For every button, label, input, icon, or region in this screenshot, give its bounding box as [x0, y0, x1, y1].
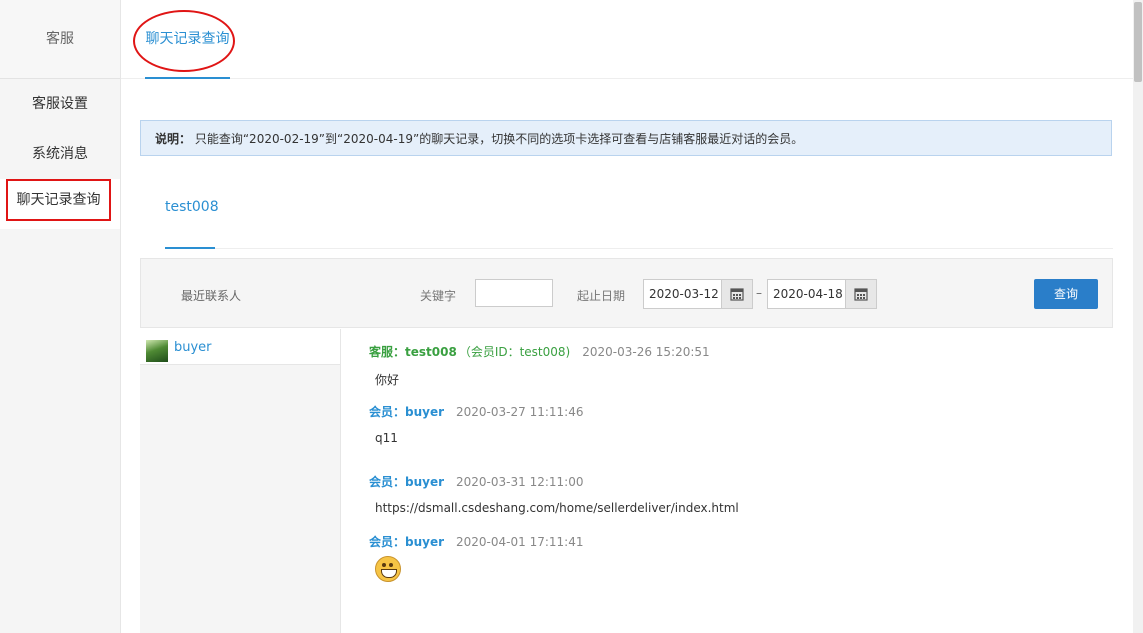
start-date-field[interactable]: 2020-03-12: [643, 279, 753, 309]
date-separator: –: [756, 286, 762, 300]
keyword-label: 关键字: [420, 289, 457, 303]
calendar-icon[interactable]: [721, 280, 752, 308]
highlight-ellipse: [133, 10, 235, 72]
scrollbar-thumb[interactable]: [1134, 2, 1142, 82]
message-meta: （会员ID：test008): [458, 345, 571, 359]
sidebar-item-chat-history[interactable]: 聊天记录查询: [0, 179, 120, 229]
start-date-value: 2020-03-12: [649, 287, 719, 301]
recent-contacts-label: 最近联系人: [181, 289, 242, 303]
query-button[interactable]: 查询: [1034, 279, 1098, 309]
message-item: 会员：buyer 2020-03-31 12:11:00 https://dsma…: [369, 473, 739, 515]
message-time: 2020-03-26 15:20:51: [582, 345, 710, 359]
message-content: q11: [375, 431, 398, 445]
sidebar-item-system-messages[interactable]: 系统消息: [0, 129, 120, 179]
avatar: [146, 340, 168, 362]
end-date-value: 2020-04-18: [773, 287, 843, 301]
sidebar-item-label: 系统消息: [32, 146, 88, 162]
message-item: 会员：buyer 2020-04-01 17:11:41: [369, 533, 583, 582]
message-sender: 会员：buyer: [369, 405, 445, 419]
calendar-icon[interactable]: [845, 280, 876, 308]
contact-list: buyer: [140, 329, 341, 633]
notice-box: 说明： 只能查询“2020-02-19”到“2020-04-19”的聊天记录，切…: [140, 120, 1112, 156]
list-item[interactable]: buyer: [140, 329, 340, 365]
sidebar-item-label: 客服设置: [32, 96, 88, 112]
message-panel: 客服：test008 （会员ID：test008) 2020-03-26 15:20…: [341, 329, 1113, 633]
message-content: https://dsmall.csdeshang.com/home/seller…: [375, 501, 739, 515]
contact-name: buyer: [174, 340, 212, 355]
scrollbar[interactable]: [1133, 0, 1143, 633]
notice-text: 只能查询“2020-02-19”到“2020-04-19”的聊天记录，切换不同的…: [194, 132, 804, 146]
message-time: 2020-03-27 11:11:46: [456, 405, 584, 419]
subtab-label: test008: [165, 199, 219, 215]
tab-chat-history[interactable]: 聊天记录查询: [133, 0, 235, 79]
message-time: 2020-04-01 17:11:41: [456, 535, 584, 549]
message-item: 会员：buyer 2020-03-27 11:11:46 q11: [369, 403, 583, 445]
sidebar-header: 客服: [0, 0, 120, 79]
tab-test008[interactable]: test008: [165, 170, 219, 249]
sidebar: 客服 客服设置 系统消息 聊天记录查询: [0, 0, 121, 633]
message-sender: 会员：buyer: [369, 475, 445, 489]
message-time: 2020-03-31 12:11:00: [456, 475, 584, 489]
highlight-box: 聊天记录查询: [6, 179, 111, 221]
tab-underline: [145, 77, 230, 79]
message-sender: 客服：test008: [369, 345, 457, 359]
subtab-underline: [165, 247, 215, 249]
message-sender: 会员：buyer: [369, 535, 445, 549]
message-content: 你好: [375, 373, 400, 387]
filter-bar: 最近联系人 关键字 起止日期 2020-03-12 – 2020-04-18 查…: [140, 258, 1113, 328]
keyword-input[interactable]: [475, 279, 553, 307]
sidebar-item-service-settings[interactable]: 客服设置: [0, 79, 120, 129]
subtab-bar: test008: [165, 170, 1113, 249]
sidebar-item-label: 聊天记录查询: [16, 192, 101, 208]
notice-prefix: 说明：: [155, 132, 192, 146]
message-item: 客服：test008 （会员ID：test008) 2020-03-26 15:20…: [369, 343, 710, 388]
end-date-field[interactable]: 2020-04-18: [767, 279, 877, 309]
top-tab-bar: 聊天记录查询: [121, 0, 1133, 79]
date-range-label: 起止日期: [577, 289, 626, 303]
grinning-emoji-icon: [375, 556, 401, 582]
